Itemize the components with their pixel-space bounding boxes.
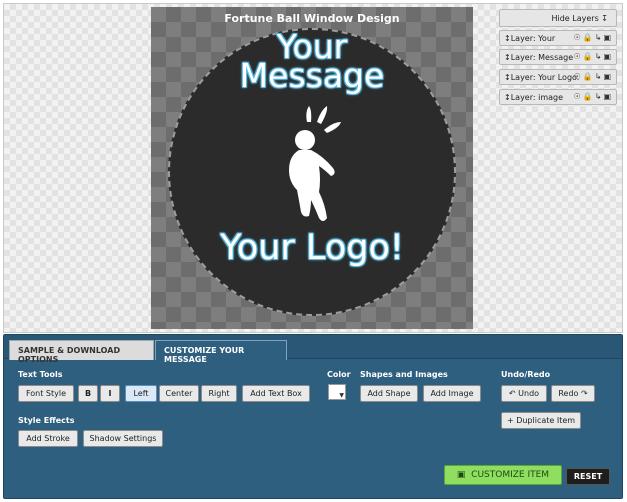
text-tools-label: Text Tools: [18, 370, 63, 379]
align-right-button[interactable]: Right: [201, 385, 237, 402]
layer-label: ↕Layer: Your Logo.: [504, 73, 580, 82]
trash-icon[interactable]: ▣: [603, 92, 613, 101]
duplicate-label: Duplicate Item: [516, 416, 576, 425]
hide-layers-button[interactable]: Hide Layers ↧: [499, 9, 617, 27]
customize-item-button[interactable]: ▣ CUSTOMIZE ITEM: [444, 465, 562, 485]
customize-item-label: CUSTOMIZE ITEM: [471, 470, 550, 480]
bulb-icon[interactable]: ☉: [574, 33, 583, 42]
lock-icon[interactable]: 🔒: [583, 72, 595, 81]
bold-button[interactable]: B: [78, 385, 98, 402]
tab-customize-message[interactable]: CUSTOMIZE YOUR MESSAGE: [155, 340, 287, 364]
logo-body: [289, 150, 335, 221]
edit-icon: ▣: [456, 470, 466, 480]
layer-item-image[interactable]: ↕Layer: image ☉🔒↳▣: [499, 89, 617, 105]
logo-ray: [306, 106, 312, 122]
undo-label: Undo: [518, 389, 540, 398]
add-stroke-button[interactable]: Add Stroke: [18, 430, 78, 447]
bulb-icon[interactable]: ☉: [574, 52, 583, 61]
color-picker[interactable]: ▼: [328, 384, 346, 400]
trash-icon[interactable]: ▣: [603, 72, 613, 81]
layer-item-your-logo[interactable]: ↕Layer: Your Logo. ☉🔒↳▣: [499, 69, 617, 85]
customize-panel: SAMPLE & DOWNLOAD OPTIONS CUSTOMIZE YOUR…: [3, 334, 623, 499]
logo-ray: [324, 122, 341, 133]
logo-text[interactable]: Your Logo!: [151, 226, 473, 270]
lock-icon[interactable]: 🔒: [583, 33, 595, 42]
plus-icon: +: [506, 416, 514, 425]
lock-icon[interactable]: 🔒: [583, 52, 595, 61]
trash-icon[interactable]: ▣: [603, 33, 613, 42]
shadow-settings-button[interactable]: Shadow Settings: [83, 430, 163, 447]
trash-icon[interactable]: ▣: [603, 52, 613, 61]
logo-ray: [317, 106, 328, 124]
layer-item-your[interactable]: ↕Layer: Your ☉🔒↳▣: [499, 30, 617, 46]
duplicate-item-button[interactable]: + Duplicate Item: [501, 412, 581, 429]
canvas-title: Fortune Ball Window Design: [224, 12, 400, 25]
message-text-message[interactable]: Message: [151, 56, 473, 96]
lock-icon[interactable]: 🔒: [583, 92, 595, 101]
align-left-button[interactable]: Left: [125, 385, 157, 402]
color-label: Color: [327, 370, 351, 379]
reset-button[interactable]: RESET: [566, 468, 610, 485]
layer-label: ↕Layer: image: [504, 93, 564, 102]
layer-label: ↕Layer: Message: [504, 53, 574, 62]
undo-icon: ↶: [508, 389, 516, 398]
bulb-icon[interactable]: ☉: [574, 72, 583, 81]
add-image-button[interactable]: Add Image: [423, 385, 481, 402]
tab-sample-download[interactable]: SAMPLE & DOWNLOAD OPTIONS: [9, 340, 154, 364]
undo-redo-label: Undo/Redo: [501, 370, 551, 379]
undo-button[interactable]: ↶ Undo: [501, 385, 547, 402]
add-shape-button[interactable]: Add Shape: [360, 385, 418, 402]
shapes-images-label: Shapes and Images: [360, 370, 448, 379]
redo-icon: ↷: [580, 389, 588, 398]
redo-label: Redo: [558, 389, 579, 398]
italic-button[interactable]: I: [100, 385, 120, 402]
dropdown-arrow-icon: ▼: [339, 392, 344, 399]
layer-label: ↕Layer: Your: [504, 34, 556, 43]
logo-figure-image[interactable]: [275, 100, 355, 230]
pin-icon: ↧: [601, 14, 608, 23]
layer-item-message[interactable]: ↕Layer: Message ☉🔒↳▣: [499, 49, 617, 65]
font-style-button[interactable]: Font Style: [18, 385, 74, 402]
logo-head: [295, 130, 315, 150]
redo-button[interactable]: Redo ↷: [551, 385, 595, 402]
align-center-button[interactable]: Center: [159, 385, 199, 402]
style-effects-label: Style Effects: [18, 416, 75, 425]
add-text-box-button[interactable]: Add Text Box: [242, 385, 310, 402]
bulb-icon[interactable]: ☉: [574, 92, 583, 101]
hide-layers-label: Hide Layers: [551, 14, 599, 23]
